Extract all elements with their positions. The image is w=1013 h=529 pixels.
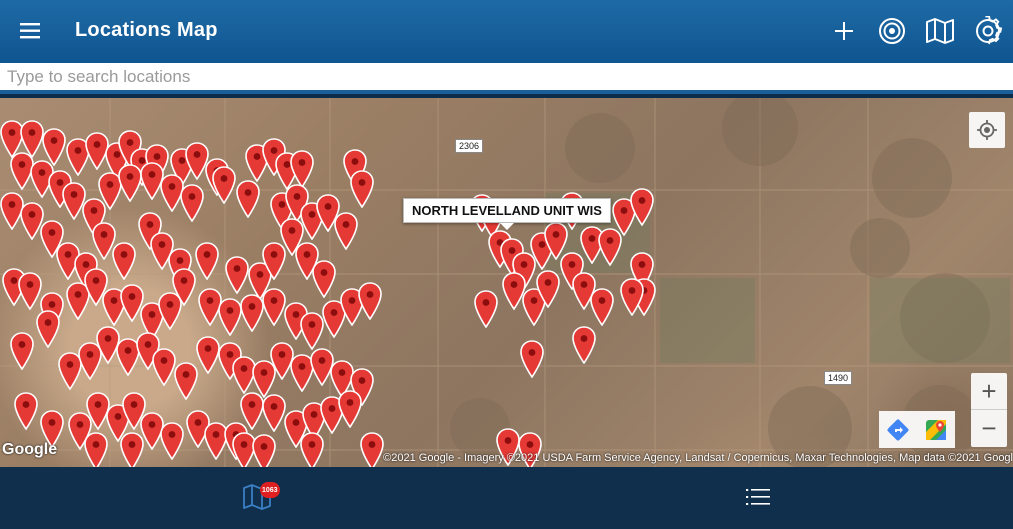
- map-icon: [926, 18, 954, 44]
- location-pin[interactable]: [289, 150, 315, 188]
- add-button[interactable]: [829, 14, 859, 48]
- location-pin[interactable]: [519, 340, 545, 378]
- toolbar-actions: [829, 14, 1003, 48]
- tab-list[interactable]: [738, 477, 778, 517]
- target-icon: [879, 18, 905, 44]
- plus-icon: [835, 22, 853, 40]
- location-pin[interactable]: [171, 268, 197, 306]
- location-pin[interactable]: [194, 242, 220, 280]
- bottom-nav: [0, 467, 1013, 529]
- google-map-buttons: [879, 411, 955, 448]
- directions-icon: [887, 419, 909, 440]
- search-bar: [0, 63, 1013, 94]
- zoom-controls: + −: [971, 373, 1007, 447]
- settings-button[interactable]: [973, 14, 1003, 48]
- location-pin[interactable]: [13, 392, 39, 430]
- open-in-maps-button[interactable]: [917, 411, 955, 448]
- location-pin[interactable]: [333, 212, 359, 250]
- my-location-button[interactable]: [969, 112, 1005, 148]
- zoom-out-button[interactable]: −: [971, 410, 1007, 447]
- location-pin[interactable]: [251, 434, 277, 467]
- google-maps-icon: [926, 419, 946, 440]
- location-pin[interactable]: [349, 170, 375, 208]
- location-pin[interactable]: [83, 432, 109, 467]
- location-pin[interactable]: [473, 290, 499, 328]
- location-callout[interactable]: NORTH LEVELLAND UNIT WIS: [403, 198, 611, 230]
- location-count-badge: 1063: [260, 482, 280, 498]
- location-pin[interactable]: [619, 278, 645, 316]
- location-pin[interactable]: [299, 432, 325, 467]
- road-label-2306: 2306: [455, 139, 484, 153]
- google-logo: Google: [2, 441, 58, 458]
- page-title: Locations Map: [75, 19, 218, 41]
- location-pin[interactable]: [235, 180, 261, 218]
- location-pin[interactable]: [9, 332, 35, 370]
- list-icon: [746, 489, 770, 505]
- search-input[interactable]: [0, 63, 1013, 90]
- location-pin[interactable]: [359, 432, 385, 467]
- location-pin[interactable]: [589, 288, 615, 326]
- map-button[interactable]: [925, 14, 955, 48]
- location-pin[interactable]: [311, 260, 337, 298]
- map-view[interactable]: 2306 1490 NORTH LEVELLAND UNIT WIS + − G…: [0, 98, 1013, 467]
- location-pin[interactable]: [337, 390, 363, 428]
- crosshair-icon: [977, 120, 997, 140]
- hamburger-menu-icon[interactable]: [18, 20, 44, 42]
- location-pin[interactable]: [629, 188, 655, 226]
- road-label-1490: 1490: [824, 371, 853, 385]
- gear-icon: [976, 16, 1003, 45]
- location-pin[interactable]: [535, 270, 561, 308]
- location-pin[interactable]: [159, 422, 185, 460]
- location-pin[interactable]: [357, 282, 383, 320]
- directions-button[interactable]: [879, 411, 917, 448]
- app-bar: Locations Map: [0, 0, 1013, 63]
- location-pin[interactable]: [111, 242, 137, 280]
- location-pin[interactable]: [35, 310, 61, 348]
- map-attribution: ©2021 Google - Imagery ©2021 USDA Farm S…: [383, 452, 1013, 464]
- location-pin[interactable]: [211, 166, 237, 204]
- zoom-in-button[interactable]: +: [971, 373, 1007, 410]
- target-button[interactable]: [877, 14, 907, 48]
- location-pin[interactable]: [179, 184, 205, 222]
- location-pin[interactable]: [119, 432, 145, 467]
- location-pin[interactable]: [571, 326, 597, 364]
